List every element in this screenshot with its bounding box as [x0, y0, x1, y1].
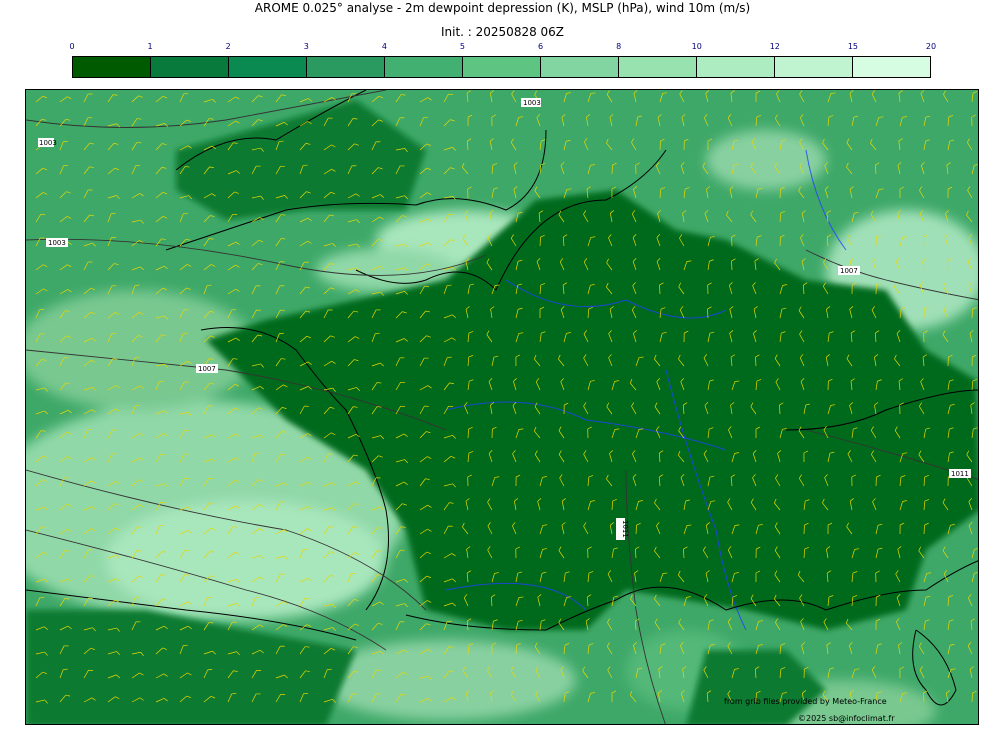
- map-canvas: 1003 1003 1003 1007 1007 1011 1011: [26, 90, 978, 724]
- colorbar-tick-label: 12: [769, 42, 780, 51]
- colorbar-segment: [307, 57, 385, 77]
- svg-text:1011: 1011: [621, 520, 629, 538]
- colorbar-tick-label: 20: [925, 42, 937, 51]
- map-title: AROME 0.025° analyse - 2m dewpoint depre…: [254, 1, 751, 15]
- init-time: Init. : 20250828 06Z: [440, 25, 565, 39]
- colorbar-segment: [151, 57, 229, 77]
- credit-copyright: ©2025 sb@infoclimat.fr: [798, 714, 895, 723]
- colorbar-segment: [385, 57, 463, 77]
- colorbar-segment: [697, 57, 775, 77]
- colorbar-tick-label: 10: [691, 42, 702, 51]
- colorbar-segment: [853, 57, 930, 77]
- colorbar-tick-label: 1: [147, 42, 153, 51]
- colorbar-segment: [463, 57, 541, 77]
- colorbar-segment: [229, 57, 307, 77]
- colorbar-tick-label: 6: [537, 42, 544, 51]
- colorbar: [72, 56, 931, 78]
- credit-source: from grib files provided by Meteo-France: [724, 697, 887, 706]
- svg-text:1003: 1003: [48, 239, 66, 247]
- svg-text:1007: 1007: [198, 365, 216, 373]
- colorbar-tick-label: 3: [303, 42, 309, 51]
- colorbar-tick-label: 5: [459, 42, 465, 51]
- svg-text:1011: 1011: [951, 470, 969, 478]
- colorbar-segment: [775, 57, 853, 77]
- colorbar-tick-label: 0: [69, 42, 75, 51]
- colorbar-tick-label: 4: [381, 42, 387, 51]
- colorbar-tick-label: 2: [225, 42, 231, 51]
- svg-text:1003: 1003: [523, 99, 541, 107]
- colorbar-segment: [73, 57, 151, 77]
- colorbar-tick-label: 15: [847, 42, 858, 51]
- svg-text:1007: 1007: [840, 267, 858, 275]
- svg-text:1003: 1003: [39, 139, 57, 147]
- weather-map: 1003 1003 1003 1007 1007 1011 1011: [25, 89, 979, 725]
- colorbar-tick-label: 8: [616, 42, 622, 51]
- colorbar-segment: [619, 57, 697, 77]
- colorbar-segment: [541, 57, 619, 77]
